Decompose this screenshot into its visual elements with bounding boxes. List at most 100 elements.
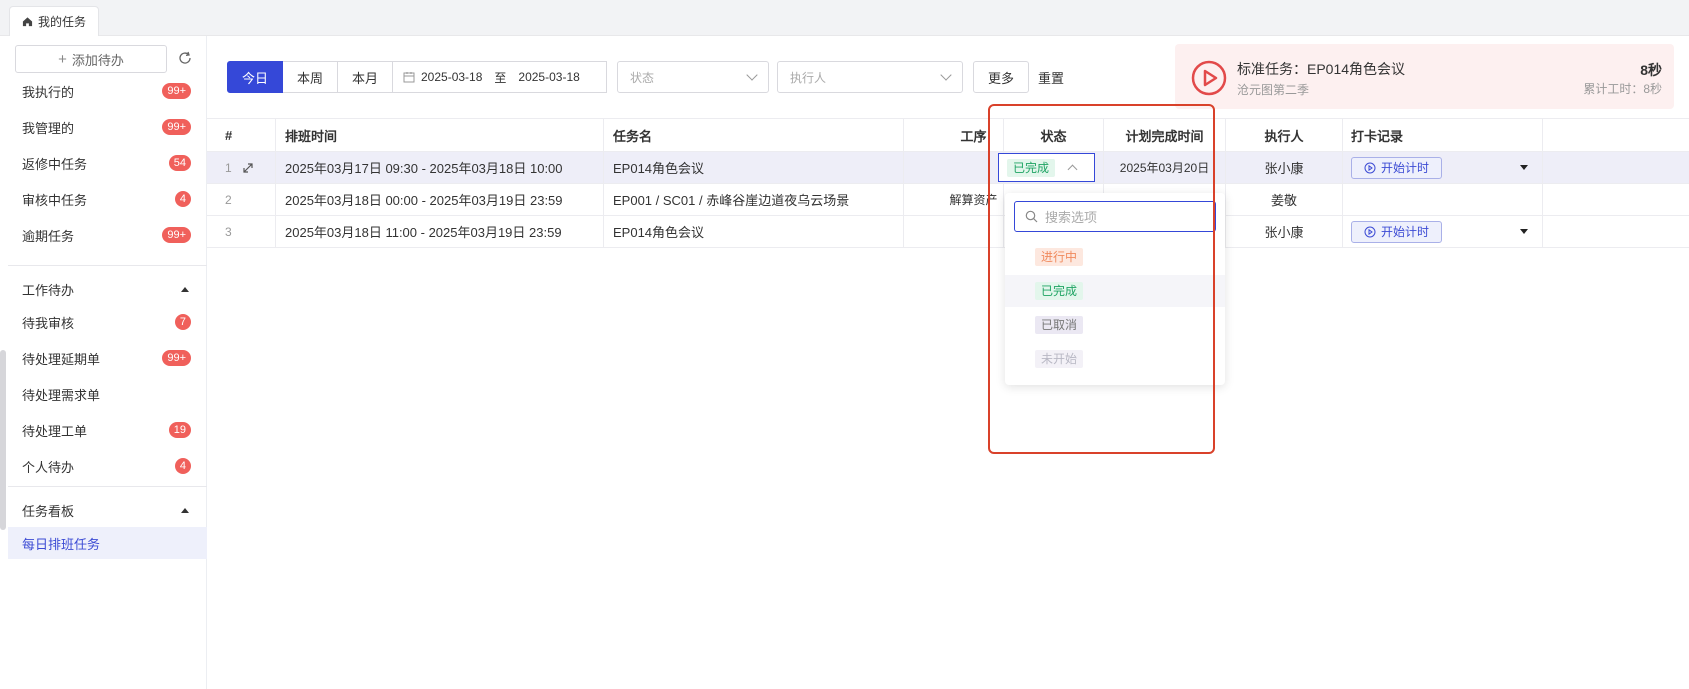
option-search-input[interactable]: 搜索选项	[1014, 201, 1216, 232]
sidebar-item-pending-review[interactable]: 待我审核 7	[8, 306, 207, 338]
reset-link[interactable]: 重置	[1038, 68, 1064, 87]
add-todo-label: 添加待办	[71, 52, 124, 68]
table-row[interactable]: 2 2025年03月18日 00:00 - 2025年03月19日 23:59 …	[207, 184, 1689, 216]
col-due-date: 计划完成时间	[1104, 119, 1226, 152]
sidebar-item-label: 我管理的	[22, 120, 75, 136]
executor-placeholder: 执行人	[790, 70, 827, 85]
status-select[interactable]: 状态	[617, 61, 769, 93]
start-timer-label: 开始计时	[1381, 225, 1430, 239]
row-number: 1	[225, 160, 232, 175]
due-date-cell: 2025年03月20日	[1104, 152, 1226, 183]
date-start: 2025-03-18	[421, 70, 483, 84]
row-index-cell: 2	[207, 184, 276, 215]
play-circle-icon[interactable]	[1190, 59, 1228, 97]
sidebar-item-label: 审核中任务	[22, 192, 88, 208]
task-name-cell[interactable]: EP014角色会议	[604, 152, 904, 183]
count-badge: 99+	[162, 350, 191, 366]
group-work-todo[interactable]: 工作待办	[8, 273, 207, 305]
period-switch: 今日 本周 本月	[227, 61, 393, 93]
play-circle-icon	[1364, 226, 1376, 237]
col-punch-record: 打卡记录	[1343, 119, 1543, 152]
period-week-button[interactable]: 本周	[283, 61, 338, 93]
sidebar-item-pending-demand[interactable]: 待处理需求单	[8, 378, 207, 410]
count-badge: 99+	[162, 227, 191, 243]
sidebar-item-overdue[interactable]: 逾期任务 99+	[8, 219, 207, 251]
executor-cell: 张小康	[1226, 216, 1343, 247]
divider	[8, 486, 207, 487]
timer-seconds: 8秒	[1640, 62, 1662, 78]
status-select-cell[interactable]: 已完成	[998, 153, 1095, 182]
process-cell	[904, 152, 1004, 183]
group-label: 任务看板	[22, 503, 75, 519]
timer-total: 累计工时：8秒	[1583, 82, 1662, 96]
sidebar-item-rework[interactable]: 返修中任务 54	[8, 147, 207, 179]
schedule-time-cell: 2025年03月18日 11:00 - 2025年03月19日 23:59	[276, 216, 604, 247]
table-row[interactable]: 3 2025年03月18日 11:00 - 2025年03月19日 23:59 …	[207, 216, 1689, 248]
process-cell	[904, 216, 1004, 247]
play-circle-icon	[1364, 162, 1376, 173]
col-task-name: 任务名	[604, 119, 904, 152]
add-todo-button[interactable]: + 添加待办	[15, 45, 167, 73]
sidebar-item-managed[interactable]: 我管理的 99+	[8, 111, 207, 143]
home-icon	[22, 17, 33, 27]
chevron-down-icon	[746, 69, 758, 81]
status-placeholder: 状态	[630, 70, 655, 85]
row-number: 2	[225, 192, 232, 207]
col-executor: 执行人	[1226, 119, 1343, 152]
sidebar-item-label: 待处理延期单	[22, 351, 101, 367]
more-button[interactable]: 更多	[973, 61, 1029, 93]
chevron-up-icon	[1067, 164, 1078, 175]
sidebar-item-label: 返修中任务	[22, 156, 88, 172]
sidebar-item-label: 逾期任务	[22, 228, 75, 244]
sidebar-item-daily-schedule[interactable]: 每日排班任务	[8, 527, 207, 559]
start-timer-button[interactable]: 开始计时	[1351, 156, 1443, 179]
group-task-board[interactable]: 任务看板	[8, 494, 207, 526]
sidebar-item-personal-todo[interactable]: 个人待办 4	[8, 450, 207, 482]
caret-down-icon[interactable]	[1520, 229, 1528, 234]
search-icon	[1025, 210, 1038, 223]
date-range-picker[interactable]: 2025-03-18 至 2025-03-18	[392, 61, 607, 93]
tab-label: 我的任务	[38, 15, 87, 29]
status-tag: 已完成	[1007, 158, 1056, 177]
executor-select[interactable]: 执行人	[777, 61, 963, 93]
task-name-cell[interactable]: EP001 / SC01 / 赤峰谷崖边道夜乌云场景	[604, 184, 904, 215]
row-index-cell: 3	[207, 216, 276, 247]
col-status: 状态	[1004, 119, 1104, 152]
executor-cell: 姜敬	[1226, 184, 1343, 215]
plus-icon: +	[58, 50, 67, 68]
option-completed[interactable]: 已完成	[1005, 275, 1225, 307]
row-index-cell: 1	[207, 152, 276, 183]
task-name-cell[interactable]: EP014角色会议	[604, 216, 904, 247]
period-month-button[interactable]: 本月	[338, 61, 393, 93]
timer-task-title: 标准任务：EP014角色会议	[1237, 61, 1406, 77]
sidebar-item-reviewing[interactable]: 审核中任务 4	[8, 183, 207, 215]
count-badge: 99+	[162, 119, 191, 135]
tab-my-tasks[interactable]: 我的任务	[9, 6, 99, 36]
count-badge: 99+	[162, 83, 191, 99]
expand-icon[interactable]	[242, 162, 254, 174]
schedule-time-cell: 2025年03月18日 00:00 - 2025年03月19日 23:59	[276, 184, 604, 215]
sidebar-item-label: 待处理需求单	[22, 387, 101, 403]
period-today-button[interactable]: 今日	[227, 61, 283, 93]
sidebar-item-label: 我执行的	[22, 84, 75, 100]
sidebar-item-pending-ticket[interactable]: 待处理工单 19	[8, 414, 207, 446]
punch-cell: 开始计时	[1343, 216, 1543, 247]
calendar-icon	[403, 72, 415, 83]
table-row[interactable]: 1 2025年03月17日 09:30 - 2025年03月18日 10:00 …	[207, 152, 1689, 184]
scrollbar[interactable]	[0, 350, 6, 530]
date-separator: 至	[494, 70, 507, 85]
schedule-time-cell: 2025年03月17日 09:30 - 2025年03月18日 10:00	[276, 152, 604, 183]
status-tag: 已完成	[1035, 282, 1084, 300]
sidebar: + 添加待办 我执行的 99+ 我管理的 99+ 返修中任务 54 审核中任务 …	[8, 36, 207, 689]
sidebar-item-pending-delay[interactable]: 待处理延期单 99+	[8, 342, 207, 374]
punch-cell: 开始计时	[1343, 152, 1543, 183]
caret-down-icon[interactable]	[1520, 165, 1528, 170]
option-not-started[interactable]: 未开始	[1005, 343, 1225, 375]
sidebar-item-label: 每日排班任务	[22, 536, 101, 552]
divider	[8, 265, 207, 266]
option-cancelled[interactable]: 已取消	[1005, 309, 1225, 341]
sidebar-item-executed[interactable]: 我执行的 99+	[8, 75, 207, 107]
option-in-progress[interactable]: 进行中	[1005, 241, 1225, 273]
refresh-icon[interactable]	[177, 50, 193, 66]
start-timer-button[interactable]: 开始计时	[1351, 220, 1443, 243]
